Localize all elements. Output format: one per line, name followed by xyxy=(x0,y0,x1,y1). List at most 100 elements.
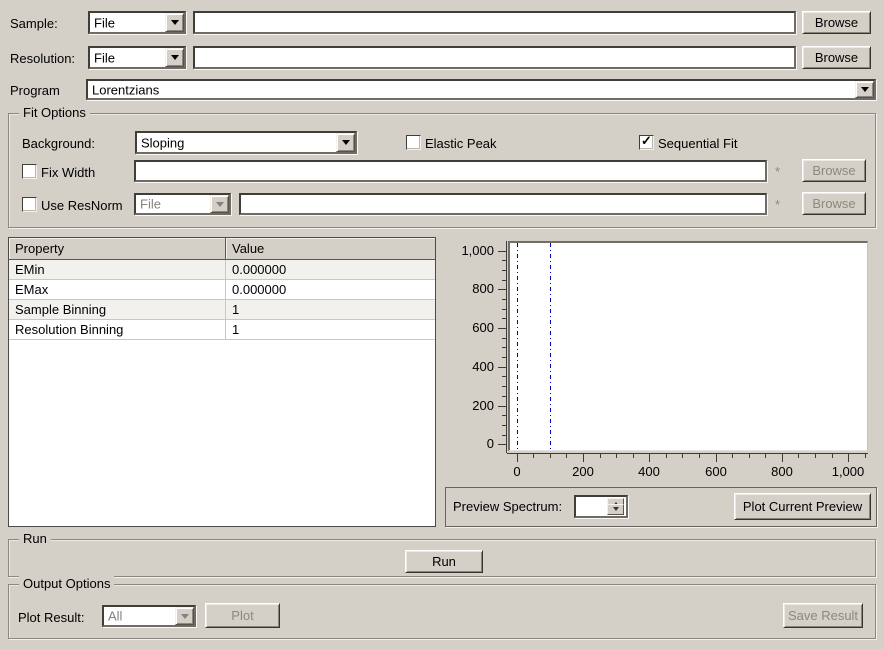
x-axis-tick-label: 200 xyxy=(553,464,613,480)
y-axis-tick xyxy=(502,347,506,348)
value-cell[interactable]: 0.000000 xyxy=(226,260,435,279)
x-axis-tick-label: 800 xyxy=(752,464,812,480)
y-axis-tick xyxy=(498,289,506,290)
y-axis-tick xyxy=(502,338,506,339)
x-axis-tick xyxy=(649,454,650,462)
range-marker-line xyxy=(550,243,551,449)
x-axis-tick xyxy=(716,454,717,462)
y-axis-tick xyxy=(502,435,506,436)
preview-spectrum-input[interactable] xyxy=(576,497,610,516)
sequential-fit-checkbox[interactable] xyxy=(639,135,654,150)
sample-type-select[interactable]: File xyxy=(88,11,186,34)
property-cell[interactable]: EMin xyxy=(9,260,226,279)
x-axis-tick-label: 1,000 xyxy=(818,464,878,480)
y-axis-tick-label: 200 xyxy=(434,398,494,414)
table-row[interactable]: EMin0.000000 xyxy=(9,260,435,280)
fix-width-browse-button[interactable]: Browse xyxy=(802,159,866,182)
x-axis-tick xyxy=(732,454,733,458)
program-select[interactable]: Lorentzians xyxy=(86,79,876,100)
property-cell[interactable]: EMax xyxy=(9,280,226,299)
table-row[interactable]: Resolution Binning1 xyxy=(9,320,435,340)
background-label: Background: xyxy=(22,136,95,152)
y-axis-tick xyxy=(502,299,506,300)
chevron-down-icon[interactable] xyxy=(165,48,184,67)
resolution-file-fieldbox xyxy=(193,46,796,69)
resolution-type-value: File xyxy=(94,50,115,65)
run-button[interactable]: Run xyxy=(405,550,483,573)
resnorm-file-input[interactable] xyxy=(241,195,765,213)
y-axis-tick xyxy=(502,415,506,416)
sample-label: Sample: xyxy=(10,16,58,32)
y-axis-tick xyxy=(502,425,506,426)
y-axis-tick-label: 800 xyxy=(434,281,494,297)
y-axis-tick xyxy=(502,309,506,310)
resolution-file-input[interactable] xyxy=(195,48,794,67)
x-axis-tick xyxy=(533,454,534,458)
table-row[interactable]: EMax0.000000 xyxy=(9,280,435,300)
sequential-fit-label[interactable]: Sequential Fit xyxy=(658,136,738,152)
column-header-value[interactable]: Value xyxy=(226,238,435,260)
fix-width-checkbox[interactable] xyxy=(22,164,37,179)
x-axis-tick xyxy=(865,454,866,458)
chevron-down-icon[interactable] xyxy=(855,81,874,98)
resnorm-type-select: File xyxy=(134,193,231,215)
column-header-property[interactable]: Property xyxy=(9,238,226,260)
resnorm-type-value: File xyxy=(140,197,161,212)
x-axis-tick xyxy=(699,454,700,458)
x-axis-tick xyxy=(682,454,683,458)
fit-options-title: Fit Options xyxy=(19,105,90,121)
x-axis-tick xyxy=(832,454,833,458)
sample-file-input[interactable] xyxy=(195,13,794,32)
fix-width-label[interactable]: Fix Width xyxy=(41,165,95,181)
property-table[interactable]: Property Value EMin0.000000EMax0.000000S… xyxy=(8,237,436,527)
plot-button[interactable]: Plot xyxy=(205,603,280,628)
resnorm-browse-button[interactable]: Browse xyxy=(802,192,866,215)
value-cell[interactable]: 1 xyxy=(226,300,435,319)
value-cell[interactable]: 1 xyxy=(226,320,435,339)
sample-file-fieldbox xyxy=(193,11,796,34)
x-axis-tick-label: 600 xyxy=(686,464,746,480)
x-axis-tick xyxy=(666,454,667,458)
chevron-down-icon xyxy=(861,87,869,96)
y-axis-tick-label: 400 xyxy=(434,359,494,375)
property-cell[interactable]: Resolution Binning xyxy=(9,320,226,339)
property-cell[interactable]: Sample Binning xyxy=(9,300,226,319)
y-axis-tick xyxy=(498,444,506,445)
x-axis-tick xyxy=(583,454,584,462)
property-table-header: Property Value xyxy=(9,238,435,260)
chevron-down-icon xyxy=(171,20,179,29)
elastic-peak-label[interactable]: Elastic Peak xyxy=(425,136,497,152)
resolution-browse-button[interactable]: Browse xyxy=(802,46,871,69)
plot-current-preview-button[interactable]: Plot Current Preview xyxy=(734,493,871,520)
background-value: Sloping xyxy=(141,135,184,150)
spin-down-button[interactable] xyxy=(607,504,624,515)
program-value: Lorentzians xyxy=(92,82,159,97)
chevron-down-icon xyxy=(181,614,189,623)
background-select[interactable]: Sloping xyxy=(135,131,357,154)
resnorm-required-marker: * xyxy=(775,198,780,212)
sample-browse-button[interactable]: Browse xyxy=(802,11,871,34)
property-table-body: EMin0.000000EMax0.000000Sample Binning1R… xyxy=(9,260,435,340)
save-result-button[interactable]: Save Result xyxy=(783,603,863,628)
y-axis-tick-label: 0 xyxy=(434,436,494,452)
fix-width-file-input[interactable] xyxy=(136,162,765,180)
y-axis-tick xyxy=(502,280,506,281)
y-axis-tick-label: 600 xyxy=(434,320,494,336)
resolution-type-select[interactable]: File xyxy=(88,46,186,69)
use-resnorm-checkbox[interactable] xyxy=(22,197,37,212)
chevron-down-icon[interactable] xyxy=(165,13,184,32)
range-marker-line xyxy=(517,243,518,449)
plot-result-select: All xyxy=(102,605,196,627)
elastic-peak-checkbox[interactable] xyxy=(406,135,421,150)
table-row[interactable]: Sample Binning1 xyxy=(9,300,435,320)
x-axis-tick xyxy=(749,454,750,458)
x-axis-tick xyxy=(798,454,799,458)
quasi-fit-window: Sample: File Browse Resolution: File Bro… xyxy=(0,0,884,649)
sample-type-value: File xyxy=(94,15,115,30)
preview-plot-canvas[interactable] xyxy=(508,241,868,451)
chevron-down-icon[interactable] xyxy=(336,133,355,152)
x-axis-tick xyxy=(848,454,849,462)
use-resnorm-label[interactable]: Use ResNorm xyxy=(41,198,123,214)
value-cell[interactable]: 0.000000 xyxy=(226,280,435,299)
preview-spectrum-spinbox[interactable] xyxy=(574,495,628,518)
